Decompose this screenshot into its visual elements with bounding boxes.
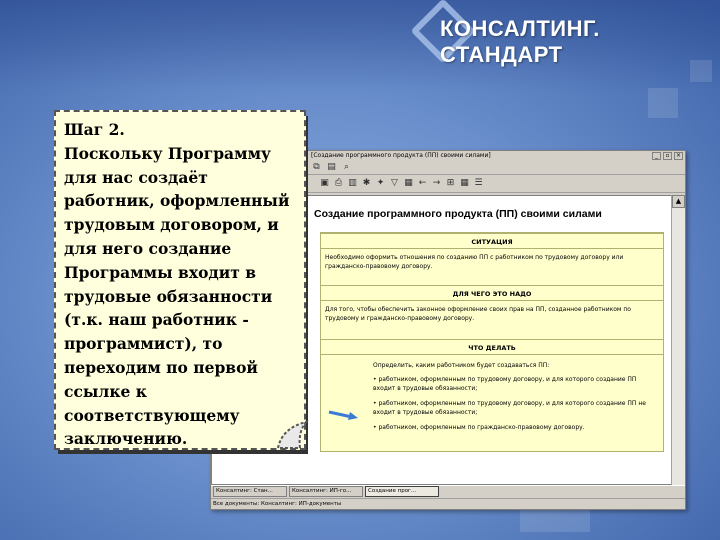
scroll-up-icon[interactable]: ▲ (672, 195, 685, 208)
save-icon[interactable]: ▥ (347, 178, 358, 189)
decor-square (520, 510, 590, 532)
window-title-text: [Создание программного продукта (ПП) сво… (311, 152, 491, 159)
note-text: Поскольку Программу для нас создаёт рабо… (64, 143, 290, 449)
list-icon[interactable]: ☰ (473, 178, 484, 189)
document-table: СИТУАЦИЯ Необходимо оформить отношения п… (320, 232, 664, 452)
filter-icon[interactable]: ▽ (389, 178, 400, 189)
task-button[interactable]: Консалтинг: ИП-го... (289, 486, 363, 497)
bulb-icon[interactable]: ✱ (361, 178, 372, 189)
decor-square (648, 88, 678, 118)
star-icon[interactable]: ✦ (375, 178, 386, 189)
minimize-icon[interactable]: _ (652, 152, 661, 160)
brand-title: КОНСАЛТИНГ. СТАНДАРТ (440, 16, 600, 67)
book-icon[interactable]: ▦ (403, 178, 414, 189)
task-button[interactable]: Консалтинг: Стан... (213, 486, 287, 497)
situation-header: СИТУАЦИЯ (321, 233, 663, 249)
purpose-header: ДЛЯ ЧЕГО ЭТО НАДО (321, 285, 663, 301)
restore-icon[interactable]: ▫ (663, 152, 672, 160)
pointer-arrow-icon (328, 410, 358, 420)
instruction-note: Шаг 2. Поскольку Программу для нас созда… (54, 110, 306, 450)
window-controls: _ ▫ × (652, 152, 683, 160)
folder-icon[interactable]: ▣ (319, 178, 330, 189)
todo-link-1[interactable]: работником, оформленным по трудовому дог… (373, 375, 657, 393)
situation-text: Необходимо оформить отношения по создани… (325, 254, 624, 270)
status-bar: Все документы: Консалтинг: ИП-документы (211, 498, 685, 509)
copy-icon[interactable]: ⧉ (311, 162, 322, 173)
todo-link-3[interactable]: работником, оформленным по гражданско-пр… (373, 423, 657, 432)
task-button-active[interactable]: Создание прог... (365, 486, 439, 497)
document-icon[interactable]: ▤ (326, 162, 337, 173)
search-icon[interactable]: ⌕ (341, 162, 352, 173)
document-title: Создание программного продукта (ПП) свои… (314, 208, 602, 220)
todo-intro: Определить, каким работником будет созда… (373, 362, 550, 369)
todo-header: ЧТО ДЕЛАТЬ (321, 339, 663, 355)
close-icon[interactable]: × (674, 152, 683, 160)
taskbar: Консалтинг: Стан... Консалтинг: ИП-го...… (211, 485, 685, 497)
tree-icon[interactable]: ⊞ (445, 178, 456, 189)
todo-link-2[interactable]: работником, оформленным по трудовому дог… (373, 399, 657, 417)
purpose-text: Для того, чтобы обеспечить законное офор… (325, 306, 631, 322)
vertical-scrollbar[interactable]: ▲ (671, 195, 685, 485)
grid-icon[interactable]: ▦ (459, 178, 470, 189)
back-icon[interactable]: ← (417, 178, 428, 189)
forward-icon[interactable]: → (431, 178, 442, 189)
print-icon[interactable]: ⎙ (333, 178, 344, 189)
page-curl-icon (276, 420, 309, 449)
note-step-title: Шаг 2. (64, 120, 125, 139)
